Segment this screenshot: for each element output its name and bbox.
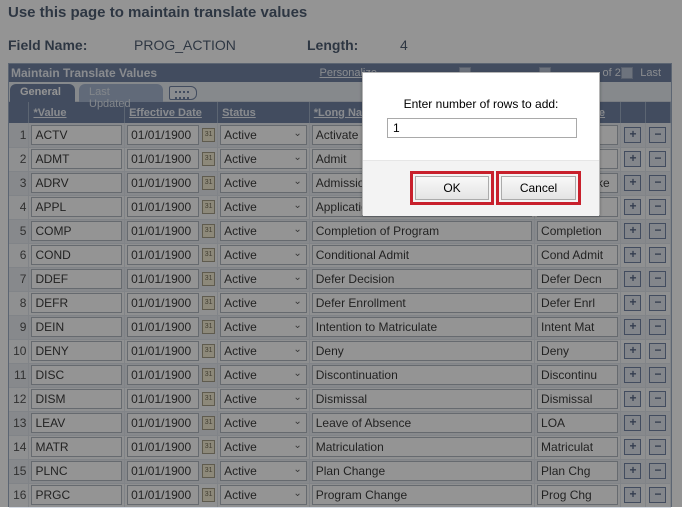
- dialog-message: Enter number of rows to add:: [403, 97, 559, 111]
- cancel-button-highlight: Cancel: [496, 171, 581, 205]
- rows-to-add-input[interactable]: [387, 118, 577, 138]
- dialog-footer: OK Cancel: [363, 160, 599, 216]
- ok-button[interactable]: OK: [415, 176, 489, 200]
- ok-button-highlight: OK: [410, 171, 494, 205]
- cancel-button[interactable]: Cancel: [501, 176, 576, 200]
- add-rows-dialog: Enter number of rows to add: OK Cancel: [362, 72, 600, 216]
